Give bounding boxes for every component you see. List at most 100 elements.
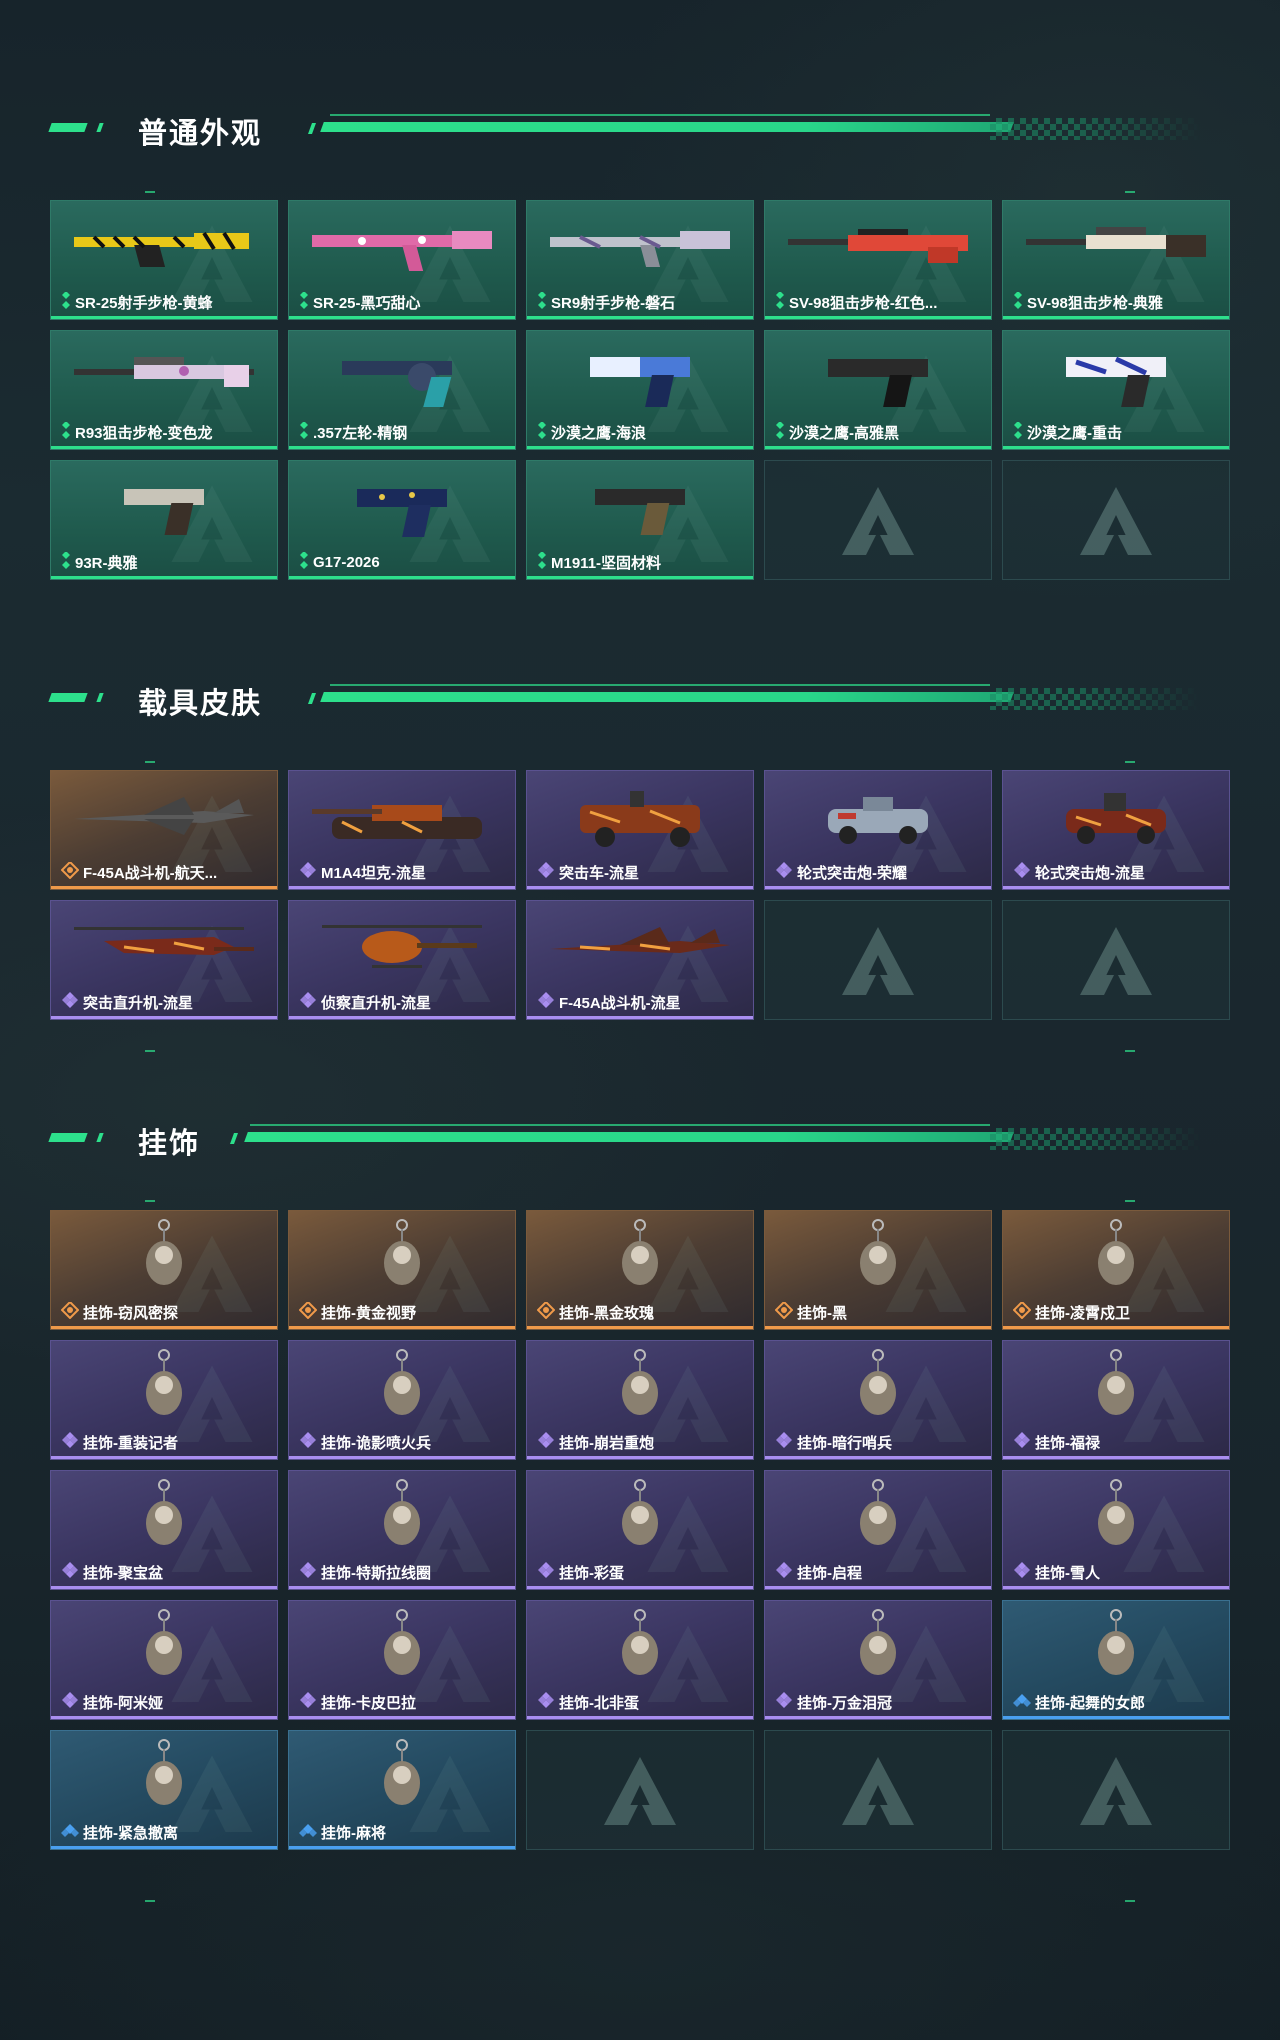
skin-name: 挂饰-诡影喷火兵 [321, 1434, 431, 1452]
header-accent-tick [96, 123, 104, 132]
skin-name: 挂饰-凌霄戍卫 [1035, 1304, 1130, 1322]
charm-icon [64, 1217, 264, 1302]
header-accent-dash [48, 693, 88, 702]
skin-card[interactable]: 沙漠之鹰-重击 [1002, 330, 1230, 450]
revolver-icon [302, 337, 502, 422]
skin-name: 挂饰-窃风密探 [83, 1304, 178, 1322]
skin-card[interactable]: 沙漠之鹰-海浪 [526, 330, 754, 450]
skin-name: 突击直升机-流星 [83, 994, 193, 1012]
skin-name: G17-2026 [313, 553, 380, 571]
header-checker-pattern [990, 688, 1200, 710]
skin-card[interactable]: G17-2026 [288, 460, 516, 580]
rarity-gold-icon [61, 422, 71, 442]
charm-icon [1016, 1347, 1216, 1432]
skin-name: 挂饰-特斯拉线圈 [321, 1564, 431, 1582]
skin-name: SV-98狙击步枪-典雅 [1027, 294, 1163, 312]
rarity-epic-icon [299, 862, 317, 882]
skin-card[interactable]: 挂饰-诡影喷火兵 [288, 1340, 516, 1460]
skin-name: 侦察直升机-流星 [321, 994, 431, 1012]
header-checker-pattern [990, 118, 1200, 140]
vehicle-grid: F-45A战斗机-航天... M1A4坦克-流星 突击车-流星 轮式突击炮-荣耀 轮式突… [50, 770, 1230, 1020]
skin-card[interactable]: 挂饰-紧急撤离 [50, 1730, 278, 1850]
skin-card[interactable]: 挂饰-彩蛋 [526, 1470, 754, 1590]
skin-card[interactable]: 突击直升机-流星 [50, 900, 278, 1020]
rarity-epic-icon [61, 1432, 79, 1452]
skin-card[interactable]: SV-98狙击步枪-典雅 [1002, 200, 1230, 320]
skin-card[interactable]: 挂饰-雪人 [1002, 1470, 1230, 1590]
skin-card[interactable]: 突击车-流星 [526, 770, 754, 890]
rarity-epic-icon [775, 1562, 793, 1582]
rarity-legend-icon [61, 862, 80, 882]
header-slash [307, 123, 317, 134]
rarity-legend-icon [299, 1302, 318, 1322]
skin-card[interactable]: 挂饰-麻将 [288, 1730, 516, 1850]
header-slash [229, 1133, 239, 1144]
skin-name: 沙漠之鹰-高雅黑 [789, 424, 899, 442]
skin-card[interactable]: 挂饰-崩岩重炮 [526, 1340, 754, 1460]
skin-card[interactable]: SR9射手步枪-磐石 [526, 200, 754, 320]
skin-card[interactable]: 挂饰-窃风密探 [50, 1210, 278, 1330]
skin-label: 突击直升机-流星 [61, 992, 269, 1012]
skin-card[interactable]: 93R-典雅 [50, 460, 278, 580]
skin-card[interactable]: 侦察直升机-流星 [288, 900, 516, 1020]
skin-card[interactable]: 挂饰-卡皮巴拉 [288, 1600, 516, 1720]
skin-card[interactable]: 挂饰-暗行哨兵 [764, 1340, 992, 1460]
skin-name: 挂饰-彩蛋 [559, 1564, 624, 1582]
rarity-epic-icon [299, 1692, 317, 1712]
charm-icon [1016, 1477, 1216, 1562]
skin-name: 挂饰-阿米娅 [83, 1694, 163, 1712]
charms-grid: 挂饰-窃风密探 挂饰-黄金视野 挂饰-黑金玫瑰 挂饰-黑 挂饰-凌霄戍卫 挂饰-重装记者挂… [50, 1210, 1230, 1850]
skin-card[interactable]: 挂饰-阿米娅 [50, 1600, 278, 1720]
skin-card[interactable]: 挂饰-启程 [764, 1470, 992, 1590]
skin-card[interactable]: 挂饰-万金泪冠 [764, 1600, 992, 1720]
skin-label: 沙漠之鹰-海浪 [537, 422, 745, 442]
skin-card[interactable]: 挂饰-重装记者 [50, 1340, 278, 1460]
rarity-rare-icon [299, 1822, 317, 1842]
skin-card[interactable]: 沙漠之鹰-高雅黑 [764, 330, 992, 450]
appearance-grid: SR-25射手步枪-黄蜂 SR-25-黑巧甜心 SR9射手步枪-磐石 SV-98狙击步… [50, 200, 1230, 580]
skin-label: SR9射手步枪-磐石 [537, 292, 745, 312]
skin-card[interactable]: 轮式突击炮-流星 [1002, 770, 1230, 890]
charm-icon [64, 1477, 264, 1562]
header-accent-dash [48, 1133, 88, 1142]
skin-card[interactable]: 轮式突击炮-荣耀 [764, 770, 992, 890]
skin-card[interactable]: 挂饰-黑金玫瑰 [526, 1210, 754, 1330]
skin-label: R93狙击步枪-变色龙 [61, 422, 269, 442]
header-bar [244, 1132, 1014, 1142]
skin-card[interactable]: 挂饰-福禄 [1002, 1340, 1230, 1460]
skin-card[interactable]: F-45A战斗机-流星 [526, 900, 754, 1020]
rarity-legend-icon [61, 1302, 80, 1322]
rarity-gold-icon [537, 292, 547, 312]
skin-card[interactable]: R93狙击步枪-变色龙 [50, 330, 278, 450]
skin-card[interactable]: SR-25射手步枪-黄蜂 [50, 200, 278, 320]
corner-tick [1125, 1200, 1135, 1202]
skin-name: 挂饰-黑 [797, 1304, 847, 1322]
skin-card[interactable]: 挂饰-起舞的女郎 [1002, 1600, 1230, 1720]
skin-card[interactable]: 挂饰-黑 [764, 1210, 992, 1330]
skin-name: SR9射手步枪-磐石 [551, 294, 676, 312]
skin-card[interactable]: SV-98狙击步枪-红色... [764, 200, 992, 320]
rarity-gold-icon [775, 422, 785, 442]
skin-card[interactable]: 挂饰-聚宝盆 [50, 1470, 278, 1590]
rarity-gold-icon [299, 552, 309, 572]
skin-label: 93R-典雅 [61, 552, 269, 572]
skin-card[interactable]: M1911-坚固材料 [526, 460, 754, 580]
skin-card[interactable]: M1A4坦克-流星 [288, 770, 516, 890]
skin-name: 挂饰-万金泪冠 [797, 1694, 892, 1712]
skin-card[interactable]: 挂饰-凌霄戍卫 [1002, 1210, 1230, 1330]
skin-card[interactable]: SR-25-黑巧甜心 [288, 200, 516, 320]
skin-name: SV-98狙击步枪-红色... [789, 294, 938, 312]
skin-card[interactable]: F-45A战斗机-航天... [50, 770, 278, 890]
rarity-epic-icon [775, 1692, 793, 1712]
skin-card[interactable]: 挂饰-北非蛋 [526, 1600, 754, 1720]
skin-name: 挂饰-麻将 [321, 1824, 386, 1842]
skin-card[interactable]: .357左轮-精钢 [288, 330, 516, 450]
skin-card[interactable]: 挂饰-黄金视野 [288, 1210, 516, 1330]
rarity-epic-icon [1013, 862, 1031, 882]
skin-name: 挂饰-北非蛋 [559, 1694, 639, 1712]
empty-slot [526, 1730, 754, 1850]
charm-icon [778, 1217, 978, 1302]
skin-card[interactable]: 挂饰-特斯拉线圈 [288, 1470, 516, 1590]
rarity-gold-icon [537, 552, 547, 572]
rarity-epic-icon [537, 862, 555, 882]
